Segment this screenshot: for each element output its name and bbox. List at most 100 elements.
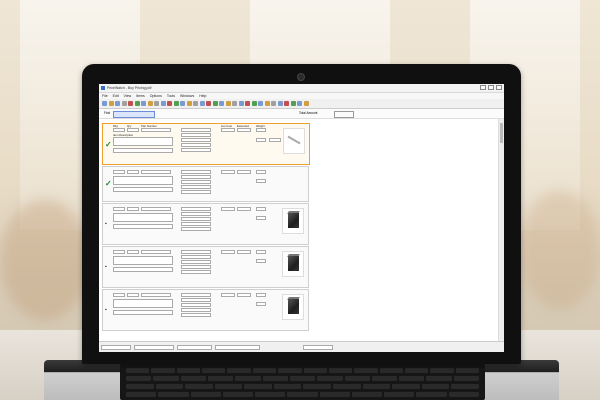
toolbar-icon[interactable] [297,101,302,106]
list-cost-field[interactable] [221,128,235,132]
part-number-field[interactable] [141,128,171,132]
mfg-field[interactable] [113,293,125,297]
toolbar-icon[interactable] [121,101,127,106]
toolbar-icon[interactable] [271,101,276,106]
options-field[interactable] [113,310,173,315]
toolbar-icon[interactable] [212,101,218,106]
tag-field[interactable] [181,250,211,254]
toolbar-icon[interactable] [128,101,133,106]
tag-field[interactable] [181,260,211,264]
price-field[interactable] [256,259,266,263]
toolbar-icon[interactable] [245,101,250,106]
tag-field[interactable] [181,265,211,269]
mfg-field[interactable] [113,250,125,254]
list-cost-field[interactable] [221,207,235,211]
toolbar-icon[interactable] [277,101,283,106]
toolbar-icon[interactable] [167,101,172,106]
weight-field[interactable] [256,170,266,174]
filter-input[interactable] [113,110,155,118]
minimize-button[interactable] [480,85,486,90]
extended-field[interactable] [237,250,251,254]
menu-tools[interactable]: Tools [167,93,175,99]
part-number-field[interactable] [141,293,171,297]
options-field[interactable] [113,224,173,229]
toolbar-icon[interactable] [258,101,263,106]
description-field[interactable] [113,176,173,185]
toolbar-icon[interactable] [102,101,107,106]
tag-field[interactable] [181,212,211,216]
menu-items[interactable]: Items [136,93,145,99]
toolbar-icon[interactable] [290,101,296,106]
tag-field[interactable] [181,170,211,174]
toolbar-icon[interactable] [238,101,244,106]
close-button[interactable] [496,85,502,90]
toolbar-icon[interactable] [160,101,166,106]
tag-field[interactable] [181,217,211,221]
scrollbar-thumb[interactable] [500,123,503,143]
qty-field[interactable] [127,207,139,211]
tag-field[interactable] [181,207,211,211]
toolbar-icon[interactable] [115,101,120,106]
tag-field[interactable] [181,128,211,132]
toolbar-icon[interactable] [303,101,309,106]
tag-field[interactable] [181,313,211,317]
toolbar-icon[interactable] [206,101,211,106]
toolbar-icon[interactable] [219,101,224,106]
toolbar-icon[interactable] [232,101,237,106]
extended-field[interactable] [237,128,251,132]
tag-field[interactable] [181,143,211,147]
maximize-button[interactable] [488,85,494,90]
toolbar-icon[interactable] [141,101,146,106]
extended-field[interactable] [237,170,251,174]
toolbar-icon[interactable] [180,101,185,106]
tag-field[interactable] [181,270,211,274]
tag-field[interactable] [181,175,211,179]
extended-field[interactable] [237,293,251,297]
toolbar-icon[interactable] [251,101,257,106]
mfg-field[interactable] [113,128,125,132]
menu-options[interactable]: Options [150,93,162,99]
list-item[interactable]: ✓ Mfg Qty Part Number Item Description L… [102,123,310,165]
list-cost-field[interactable] [221,170,235,174]
menu-windows[interactable]: Windows [180,93,194,99]
tag-field[interactable] [181,148,211,152]
menu-view[interactable]: View [124,93,132,99]
tag-field[interactable] [181,185,211,189]
toolbar-icon[interactable] [134,101,140,106]
price-field[interactable] [256,302,266,306]
weight-field[interactable] [256,128,266,132]
list-item[interactable]: ▪ [102,289,309,331]
toolbar-icon[interactable] [147,101,153,106]
tag-field[interactable] [181,308,211,312]
menu-file[interactable]: File [102,93,108,99]
qty-field[interactable] [127,293,139,297]
weight-field[interactable] [256,207,266,211]
list-cost-field[interactable] [221,293,235,297]
menu-help[interactable]: Help [199,93,206,99]
qty-field[interactable] [127,128,139,132]
mfg-field[interactable] [113,170,125,174]
mfg-field[interactable] [113,207,125,211]
options-field[interactable] [113,267,173,272]
toolbar-icon[interactable] [199,101,205,106]
tag-field[interactable] [181,293,211,297]
menu-edit[interactable]: Edit [113,93,119,99]
price-field[interactable] [256,216,266,220]
toolbar-icon[interactable] [173,101,179,106]
tag-field[interactable] [181,190,211,194]
weight-field[interactable] [256,250,266,254]
list-cost-field[interactable] [221,250,235,254]
description-field[interactable] [113,299,173,308]
toolbar-icon[interactable] [186,101,192,106]
extended-field[interactable] [237,207,251,211]
toolbar-icon[interactable] [264,101,270,106]
list-item[interactable]: ▪ [102,203,309,245]
list-item[interactable]: ✓ [102,166,309,202]
tag-field[interactable] [181,133,211,137]
part-number-field[interactable] [141,170,171,174]
total-amount-field[interactable] [334,110,354,118]
tag-field[interactable] [181,303,211,307]
price-field[interactable] [256,179,266,183]
description-field[interactable] [113,256,173,265]
options-field[interactable] [113,148,173,153]
